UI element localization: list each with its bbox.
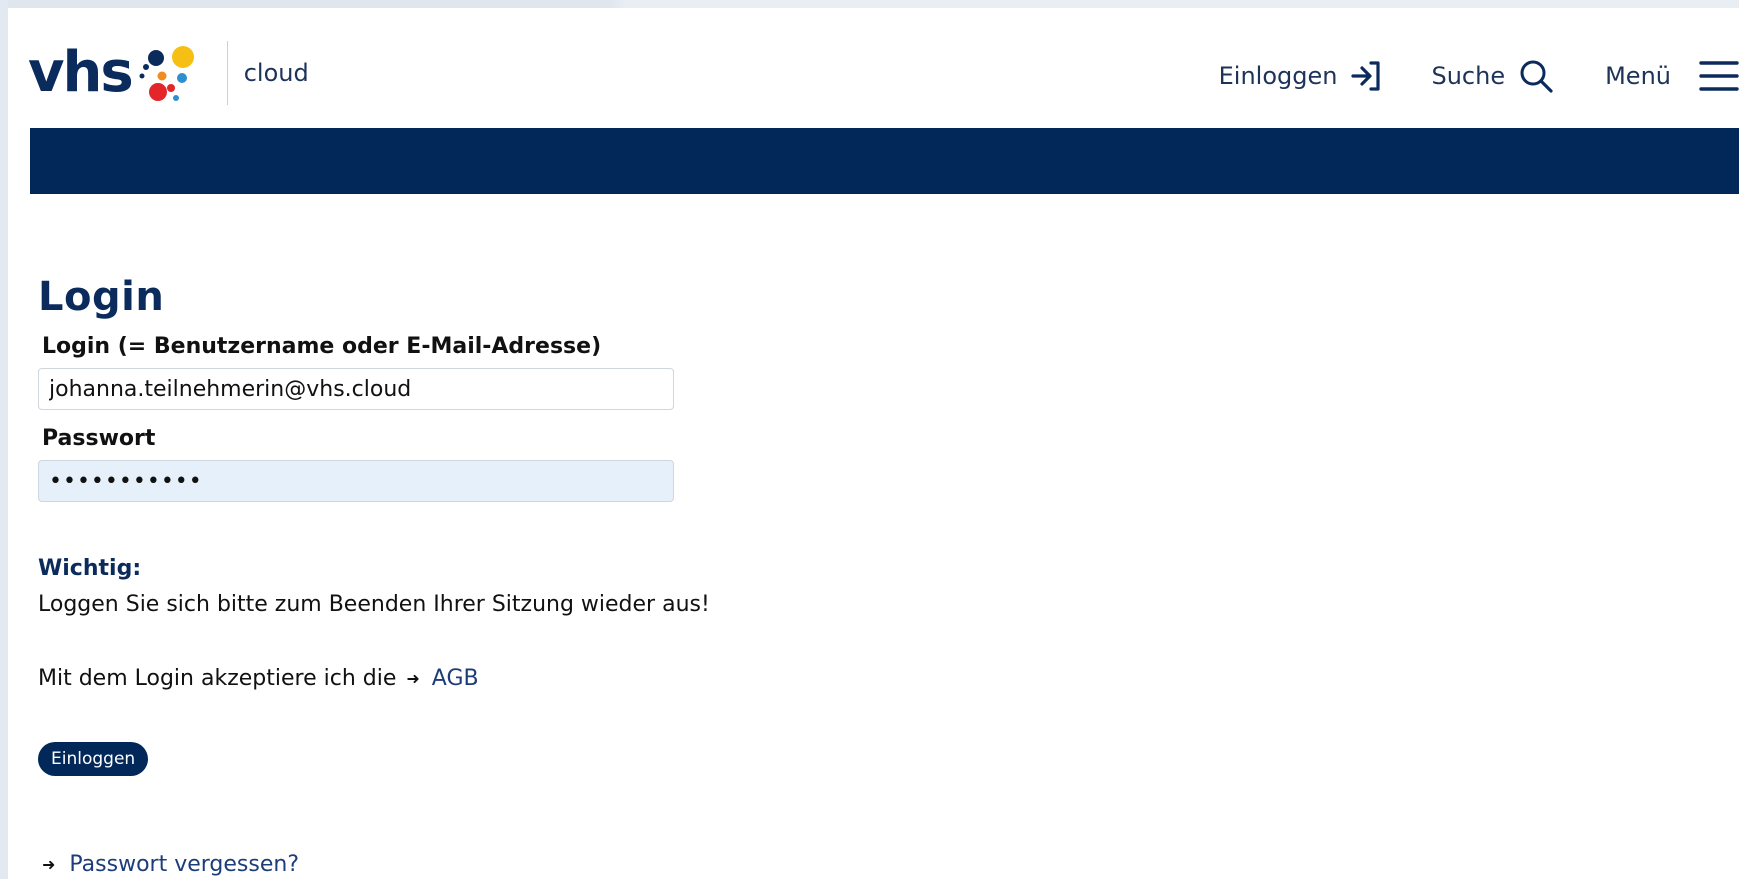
logo-subtitle: cloud [243, 59, 309, 87]
browser-left-strip [0, 0, 8, 879]
logo-wordmark: vhs [28, 40, 134, 105]
notice-heading: Wichtig: [38, 556, 142, 581]
header-search-link[interactable]: Suche [1431, 57, 1555, 95]
header-nav: Einloggen Suche Menü [1219, 46, 1739, 106]
header-login-label: Einloggen [1218, 62, 1338, 90]
terms-line: Mit dem Login akzeptiere ich die ➜ AGB [38, 666, 479, 691]
header-search-label: Suche [1431, 62, 1506, 90]
header-login-link[interactable]: Einloggen [1219, 59, 1384, 93]
page-title: Login [38, 274, 165, 320]
terms-text: Mit dem Login akzeptiere ich die [38, 666, 397, 691]
notice-text: Loggen Sie sich bitte zum Beenden Ihrer … [38, 592, 710, 617]
header-menu-label: Menü [1605, 62, 1671, 90]
arrow-right-icon: ➜ [42, 855, 56, 874]
login-submit-button[interactable]: Einloggen [38, 742, 149, 776]
login-field-label: Login (= Benutzername oder E-Mail-Adress… [42, 334, 602, 359]
login-arrow-icon [1349, 59, 1383, 93]
arrow-right-icon: ➜ [406, 669, 420, 688]
logo-divider [226, 41, 228, 105]
vhs-cloud-logo[interactable]: vhs cloud [28, 28, 309, 118]
hamburger-menu-icon [1699, 59, 1739, 93]
header-banner [30, 128, 1739, 194]
terms-link[interactable]: AGB [432, 666, 479, 691]
login-input[interactable] [38, 368, 674, 410]
browser-top-strip [0, 0, 1739, 8]
password-field-label: Passwort [42, 426, 156, 451]
forgot-password-link[interactable]: Passwort vergessen? [69, 852, 299, 877]
header-menu-button[interactable]: Menü [1605, 59, 1739, 93]
password-input[interactable] [38, 460, 674, 502]
search-icon [1517, 57, 1555, 95]
forgot-password-line: ➜ Passwort vergessen? [42, 852, 299, 877]
site-header: vhs cloud Einloggen Suche Menü [8, 8, 1739, 128]
logo-dots-icon [139, 46, 194, 101]
page: vhs cloud Einloggen Suche Menü Login Log… [8, 8, 1739, 879]
